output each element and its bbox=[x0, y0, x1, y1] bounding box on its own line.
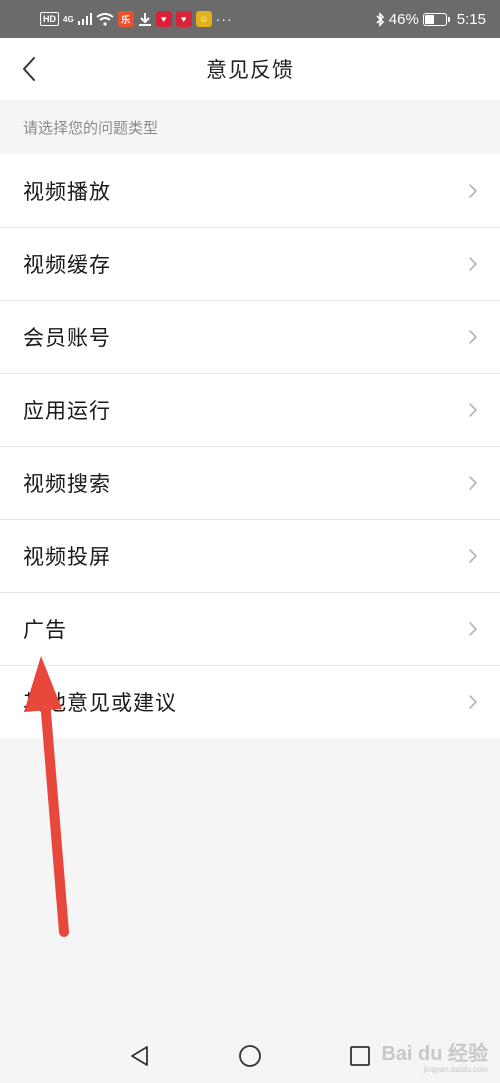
heart-app-icon: ♥ bbox=[155, 11, 172, 27]
watermark: Bai du 经验 jingyan.baidu.com bbox=[381, 1043, 488, 1075]
yellow-app-icon: ☺ bbox=[195, 11, 212, 27]
chevron-left-icon bbox=[23, 57, 35, 81]
page-title: 意见反馈 bbox=[206, 58, 294, 82]
triangle-back-icon bbox=[131, 1045, 148, 1066]
chevron-right-icon bbox=[468, 620, 480, 638]
back-nav-button[interactable] bbox=[125, 1041, 155, 1071]
red-app-icon: 乐 bbox=[117, 11, 134, 27]
chevron-right-icon bbox=[468, 693, 480, 711]
battery-percent: 46% bbox=[388, 10, 419, 28]
home-nav-button[interactable] bbox=[235, 1041, 265, 1071]
hd-badge: HD bbox=[40, 12, 59, 26]
heart-app-icon: ♥ bbox=[175, 11, 192, 27]
signal-icon bbox=[77, 13, 92, 25]
chevron-right-icon bbox=[468, 182, 480, 200]
clock: 5:15 bbox=[456, 10, 486, 28]
item-label: 应用运行 bbox=[23, 398, 111, 423]
chevron-right-icon bbox=[468, 328, 480, 346]
battery-icon bbox=[422, 12, 450, 26]
list-item[interactable]: 视频搜索 bbox=[0, 446, 500, 519]
watermark-logo: Bai du 经验 bbox=[381, 1043, 488, 1065]
more-notifications: ··· bbox=[215, 11, 233, 27]
status-right: 46% 5:15 bbox=[375, 11, 486, 28]
list-item[interactable]: 视频投屏 bbox=[0, 519, 500, 592]
item-label: 视频搜索 bbox=[23, 471, 111, 496]
list-item[interactable]: 应用运行 bbox=[0, 373, 500, 446]
recents-nav-button[interactable] bbox=[345, 1041, 375, 1071]
item-label: 视频缓存 bbox=[23, 252, 111, 277]
list-item[interactable]: 视频缓存 bbox=[0, 227, 500, 300]
chevron-right-icon bbox=[468, 547, 480, 565]
item-label: 广告 bbox=[23, 617, 67, 642]
circle-home-icon bbox=[239, 1044, 261, 1067]
item-label: 视频播放 bbox=[23, 179, 111, 204]
chevron-right-icon bbox=[468, 401, 480, 419]
back-button[interactable] bbox=[12, 52, 46, 86]
chevron-right-icon bbox=[468, 474, 480, 492]
download-icon bbox=[138, 12, 152, 27]
square-recents-icon bbox=[350, 1045, 370, 1066]
item-label: 视频投屏 bbox=[23, 544, 111, 569]
watermark-url: jingyan.baidu.com bbox=[423, 1065, 488, 1074]
list-item[interactable]: 广告 bbox=[0, 592, 500, 665]
network-type: 4G bbox=[63, 14, 74, 24]
bluetooth-icon bbox=[375, 11, 385, 27]
chevron-right-icon bbox=[468, 255, 480, 273]
status-left: HD 4G 乐 ♥ ♥ ☺ ··· bbox=[40, 11, 233, 27]
item-label: 会员账号 bbox=[23, 325, 111, 350]
item-label: 其他意见或建议 bbox=[23, 690, 177, 715]
nav-bar: 意见反馈 bbox=[0, 38, 500, 100]
battery-level bbox=[424, 14, 434, 24]
wifi-icon bbox=[96, 12, 114, 26]
list-item[interactable]: 视频播放 bbox=[0, 154, 500, 227]
section-header: 请选择您的问题类型 bbox=[0, 100, 500, 154]
status-bar: HD 4G 乐 ♥ ♥ ☺ ··· 46% 5:15 bbox=[0, 0, 500, 38]
category-list: 视频播放视频缓存会员账号应用运行视频搜索视频投屏广告其他意见或建议 bbox=[0, 154, 500, 738]
list-item[interactable]: 其他意见或建议 bbox=[0, 665, 500, 738]
list-item[interactable]: 会员账号 bbox=[0, 300, 500, 373]
